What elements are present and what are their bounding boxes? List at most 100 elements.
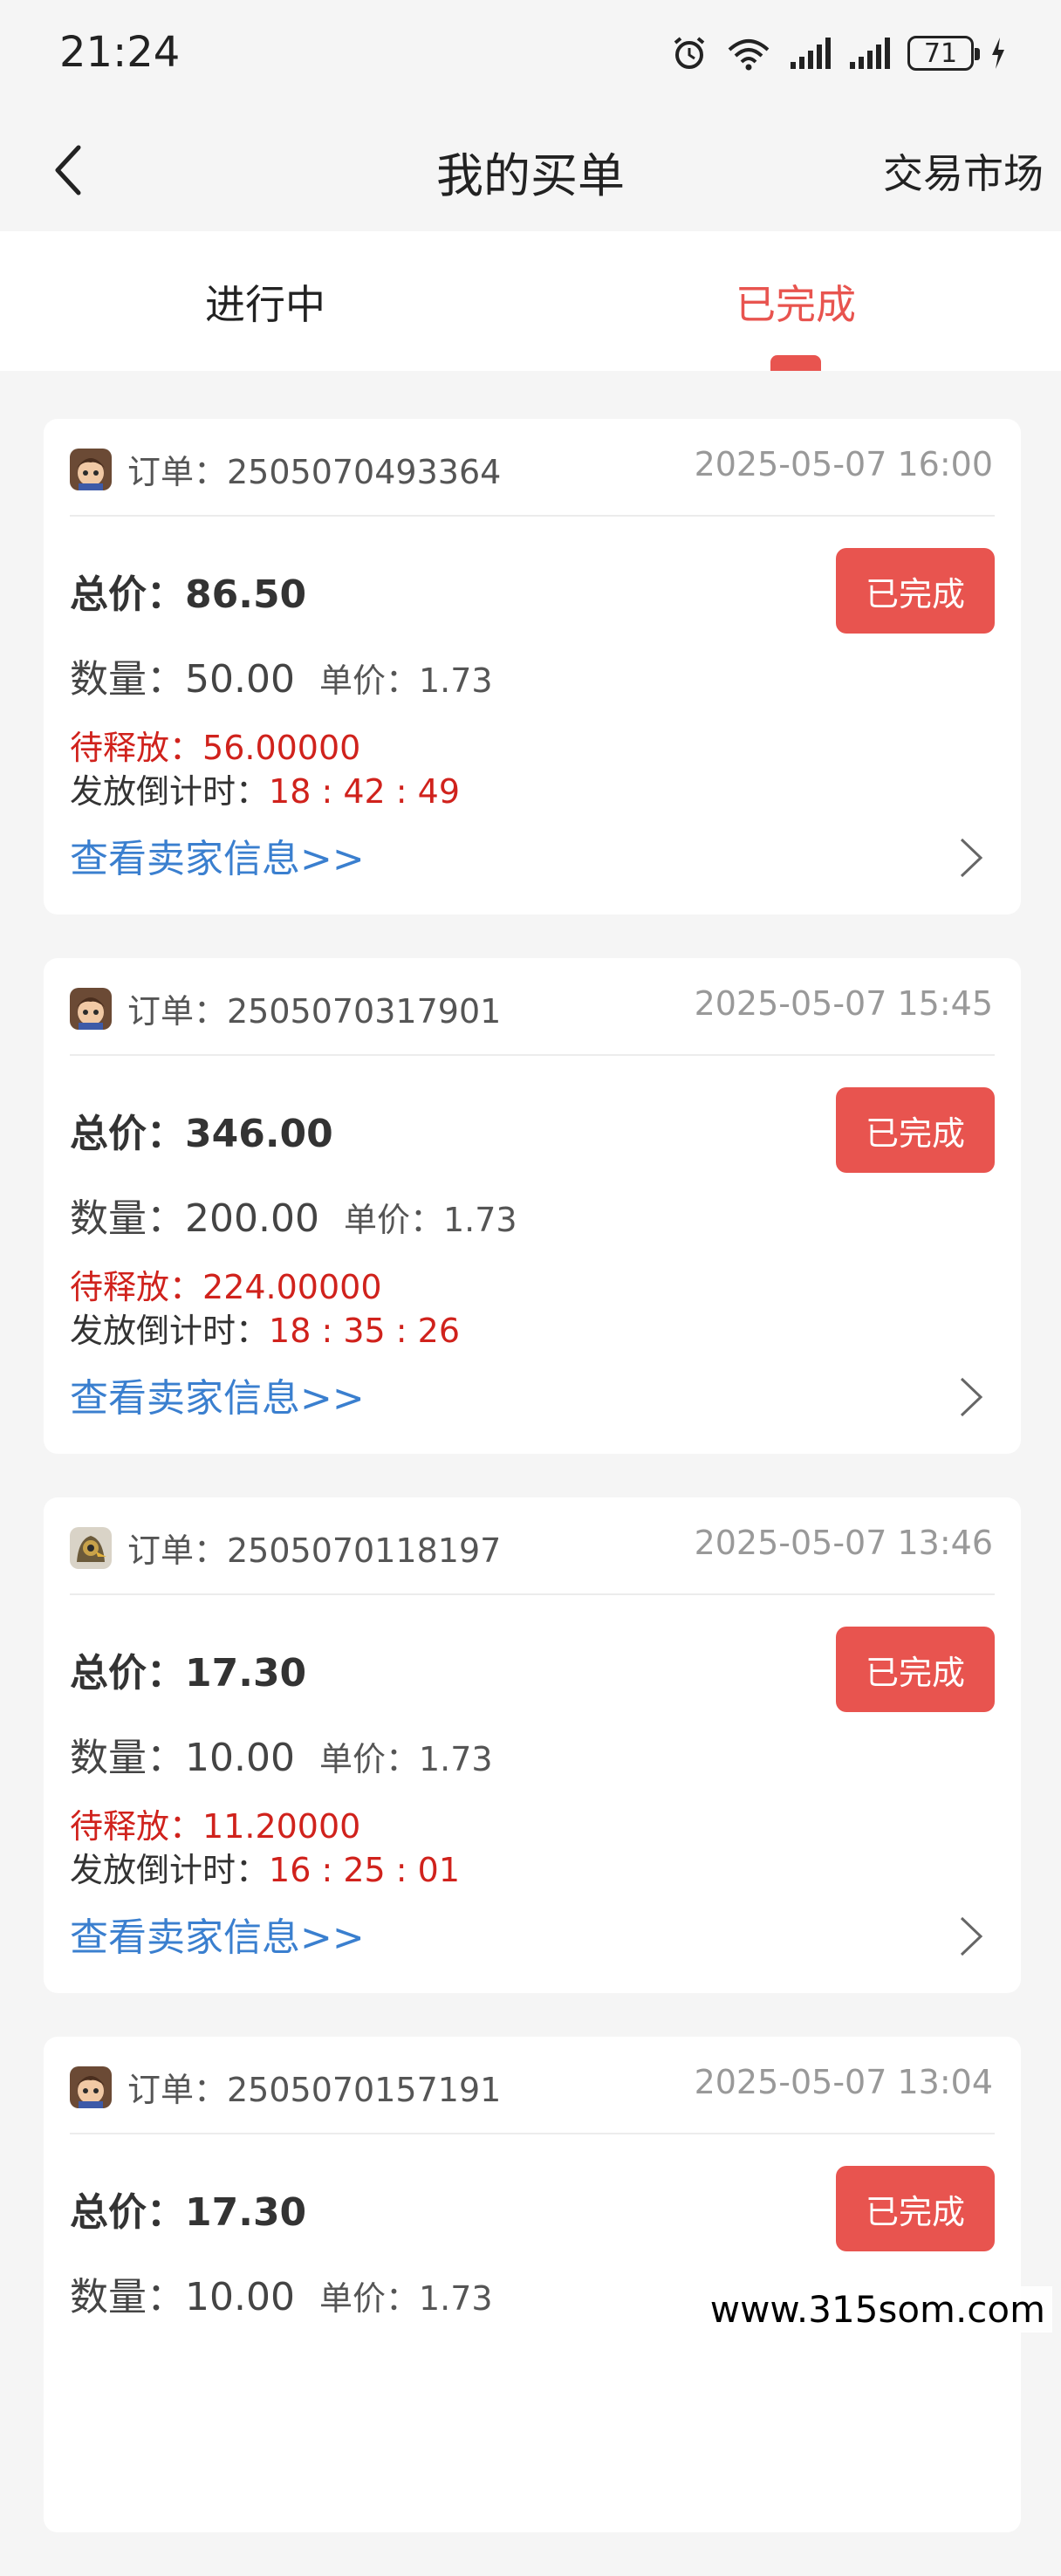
order-date: 2025-05-07 15:45 bbox=[694, 984, 993, 1023]
tab-label: 进行中 bbox=[205, 281, 325, 328]
wifi-icon bbox=[728, 39, 770, 71]
order-date: 2025-05-07 13:46 bbox=[694, 1524, 993, 1562]
total-price: 总价：346.00 bbox=[70, 1102, 333, 1158]
order-card: 订单：2505070317901 2025-05-07 15:45 总价：346… bbox=[44, 958, 1021, 1454]
unit-price: 单价：1.73 bbox=[319, 661, 493, 700]
qty-value: 200.00 bbox=[185, 1196, 319, 1241]
tab-indicator bbox=[770, 355, 821, 371]
total-label: 总价： bbox=[70, 572, 185, 617]
release-countdown: 发放倒计时：18 : 35 : 26 bbox=[70, 1304, 460, 1352]
order-number: 订单：2505070317901 bbox=[127, 992, 502, 1031]
unit-price: 单价：1.73 bbox=[319, 2279, 493, 2318]
nav-bar: 我的买单 交易市场 bbox=[0, 109, 1061, 231]
total-value: 346.00 bbox=[185, 1112, 333, 1156]
order-card: 订单：2505070157191 2025-05-07 13:04 总价：17.… bbox=[44, 2037, 1021, 2532]
unit-value: 1.73 bbox=[418, 2279, 493, 2318]
countdown-value: 16 : 25 : 01 bbox=[269, 1851, 460, 1889]
total-label: 总价： bbox=[70, 1651, 185, 1696]
qty-value: 50.00 bbox=[185, 657, 295, 702]
countdown-value: 18 : 42 : 49 bbox=[269, 772, 460, 811]
unit-label: 单价： bbox=[318, 2279, 419, 2318]
order-date: 2025-05-07 13:04 bbox=[694, 2063, 993, 2101]
status-button[interactable]: 已完成 bbox=[836, 1627, 995, 1712]
watermark: www.315som.com bbox=[702, 2286, 1052, 2333]
view-seller-link[interactable]: 查看卖家信息>> bbox=[70, 1906, 365, 1962]
unit-label: 单价： bbox=[318, 661, 419, 700]
order-header: 订单：2505070317901 2025-05-07 15:45 bbox=[70, 958, 995, 1056]
order-header: 订单：2505070157191 2025-05-07 13:04 bbox=[70, 2037, 995, 2134]
quantity-row: 数量：50.00 单价：1.73 bbox=[70, 647, 493, 703]
pending-release: 待释放：11.20000 bbox=[70, 1799, 360, 1847]
qty-label: 数量： bbox=[70, 657, 185, 702]
tab-completed[interactable]: 已完成 bbox=[530, 231, 1061, 371]
order-number: 订单：2505070493364 bbox=[127, 453, 502, 491]
countdown-value: 18 : 35 : 26 bbox=[269, 1312, 460, 1350]
unit-label: 单价： bbox=[318, 1740, 419, 1778]
unit-label: 单价： bbox=[343, 1201, 443, 1239]
total-price: 总价：17.30 bbox=[70, 2181, 306, 2237]
unit-value: 1.73 bbox=[418, 661, 493, 700]
total-value: 86.50 bbox=[185, 572, 307, 617]
pending-value: 11.20000 bbox=[202, 1807, 361, 1846]
countdown-label: 发放倒计时： bbox=[70, 1851, 270, 1889]
avatar bbox=[70, 449, 112, 490]
order-list: 订单：2505070493364 2025-05-07 16:00 总价：86.… bbox=[44, 419, 1021, 2576]
unit-value: 1.73 bbox=[418, 1740, 493, 1778]
qty-value: 10.00 bbox=[185, 2275, 295, 2319]
unit-value: 1.73 bbox=[442, 1201, 517, 1239]
status-time: 21:24 bbox=[59, 28, 181, 77]
total-label: 总价： bbox=[70, 1112, 185, 1156]
pending-value: 224.00000 bbox=[202, 1268, 382, 1306]
signal-icon bbox=[791, 38, 831, 69]
qty-label: 数量： bbox=[70, 1196, 185, 1241]
chevron-right-icon[interactable] bbox=[956, 1915, 986, 1958]
pending-release: 待释放：224.00000 bbox=[70, 1260, 382, 1308]
status-icons: 71 bbox=[670, 31, 1007, 75]
unit-price: 单价：1.73 bbox=[319, 1740, 493, 1778]
view-seller-link[interactable]: 查看卖家信息>> bbox=[70, 827, 365, 883]
chevron-right-icon[interactable] bbox=[956, 1375, 986, 1419]
total-value: 17.30 bbox=[185, 2190, 307, 2235]
tab-in-progress[interactable]: 进行中 bbox=[0, 231, 530, 371]
total-label: 总价： bbox=[70, 2190, 185, 2235]
avatar bbox=[70, 1527, 112, 1569]
total-price: 总价：17.30 bbox=[70, 1641, 306, 1697]
order-card: 订单：2505070118197 2025-05-07 13:46 总价：17.… bbox=[44, 1497, 1021, 1993]
order-card: 订单：2505070493364 2025-05-07 16:00 总价：86.… bbox=[44, 419, 1021, 915]
total-value: 17.30 bbox=[185, 1651, 307, 1696]
order-header: 订单：2505070493364 2025-05-07 16:00 bbox=[70, 419, 995, 517]
quantity-row: 数量：10.00 单价：1.73 bbox=[70, 2265, 493, 2321]
countdown-label: 发放倒计时： bbox=[70, 1312, 270, 1350]
trade-market-link[interactable]: 交易市场 bbox=[883, 142, 1044, 200]
view-seller-link[interactable]: 查看卖家信息>> bbox=[70, 1367, 365, 1422]
release-countdown: 发放倒计时：18 : 42 : 49 bbox=[70, 764, 460, 812]
total-price: 总价：86.50 bbox=[70, 563, 306, 619]
battery-icon: 71 bbox=[907, 36, 980, 71]
chevron-right-icon[interactable] bbox=[956, 836, 986, 880]
quantity-row: 数量：200.00 单价：1.73 bbox=[70, 1187, 517, 1243]
order-number: 订单：2505070157191 bbox=[127, 2071, 502, 2109]
status-bar: 21:24 71 bbox=[0, 0, 1061, 109]
signal-icon-2 bbox=[850, 38, 890, 69]
order-number: 订单：2505070118197 bbox=[127, 1531, 502, 1570]
qty-value: 10.00 bbox=[185, 1736, 295, 1780]
status-button[interactable]: 已完成 bbox=[836, 548, 995, 634]
release-countdown: 发放倒计时：16 : 25 : 01 bbox=[70, 1843, 460, 1891]
pending-release: 待释放：56.00000 bbox=[70, 721, 360, 769]
qty-label: 数量： bbox=[70, 2275, 185, 2319]
tab-bar: 进行中 已完成 bbox=[0, 231, 1061, 371]
pending-label: 待释放： bbox=[70, 1268, 203, 1306]
status-button[interactable]: 已完成 bbox=[836, 2166, 995, 2251]
avatar bbox=[70, 988, 112, 1030]
avatar bbox=[70, 2066, 112, 2108]
quantity-row: 数量：10.00 单价：1.73 bbox=[70, 1726, 493, 1782]
countdown-label: 发放倒计时： bbox=[70, 772, 270, 811]
pending-label: 待释放： bbox=[70, 1807, 203, 1846]
battery-level: 71 bbox=[923, 38, 958, 69]
order-date: 2025-05-07 16:00 bbox=[694, 445, 993, 483]
pending-value: 56.00000 bbox=[202, 729, 361, 767]
alarm-icon bbox=[674, 37, 705, 69]
charging-icon bbox=[992, 38, 1004, 69]
unit-price: 单价：1.73 bbox=[344, 1201, 517, 1239]
status-button[interactable]: 已完成 bbox=[836, 1087, 995, 1173]
